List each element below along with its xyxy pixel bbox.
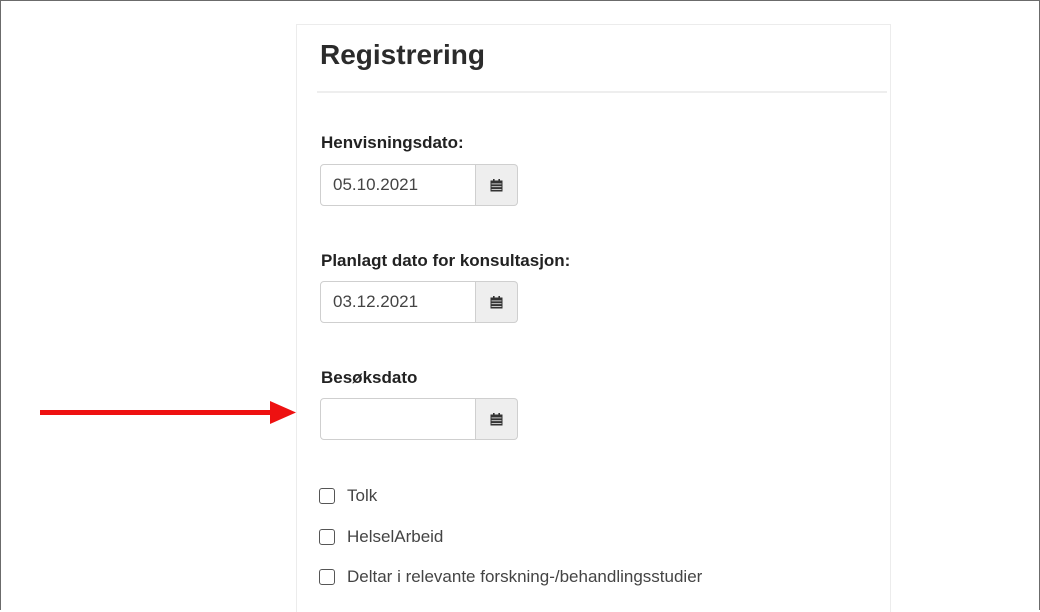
red-arrow-icon bbox=[40, 401, 296, 424]
title-divider bbox=[317, 91, 887, 93]
registration-panel: Registrering Henvisningsdato: Planlagt d… bbox=[296, 24, 891, 612]
besoksdato-input[interactable] bbox=[320, 398, 476, 440]
checkbox-tolk[interactable]: Tolk bbox=[319, 486, 377, 506]
checkbox-helselarbeid-box[interactable] bbox=[319, 529, 335, 545]
calendar-icon bbox=[490, 178, 503, 191]
checkbox-forskning-label: Deltar i relevante forskning-/behandling… bbox=[347, 567, 703, 586]
besoksdato-group bbox=[320, 398, 518, 440]
checkbox-helselarbeid[interactable]: HelselArbeid bbox=[319, 527, 443, 547]
planlagt-dato-input[interactable] bbox=[320, 281, 476, 323]
henvisningsdato-calendar-button[interactable] bbox=[476, 164, 518, 206]
checkbox-forskning-box[interactable] bbox=[319, 569, 335, 585]
calendar-icon bbox=[490, 412, 503, 425]
besoksdato-calendar-button[interactable] bbox=[476, 398, 518, 440]
besoksdato-label: Besøksdato bbox=[321, 368, 418, 387]
planlagt-dato-group bbox=[320, 281, 518, 323]
planlagt-dato-calendar-button[interactable] bbox=[476, 281, 518, 323]
henvisningsdato-input[interactable] bbox=[320, 164, 476, 206]
planlagt-dato-label: Planlagt dato for konsultasjon: bbox=[321, 251, 571, 270]
checkbox-tolk-box[interactable] bbox=[319, 488, 335, 504]
checkbox-helselarbeid-label: HelselArbeid bbox=[347, 527, 444, 546]
checkbox-tolk-label: Tolk bbox=[347, 486, 378, 505]
calendar-icon bbox=[490, 295, 503, 308]
henvisningsdato-group bbox=[320, 164, 518, 206]
checkbox-forskning[interactable]: Deltar i relevante forskning-/behandling… bbox=[319, 567, 702, 587]
panel-title: Registrering bbox=[320, 39, 485, 70]
henvisningsdato-label: Henvisningsdato: bbox=[321, 133, 464, 152]
